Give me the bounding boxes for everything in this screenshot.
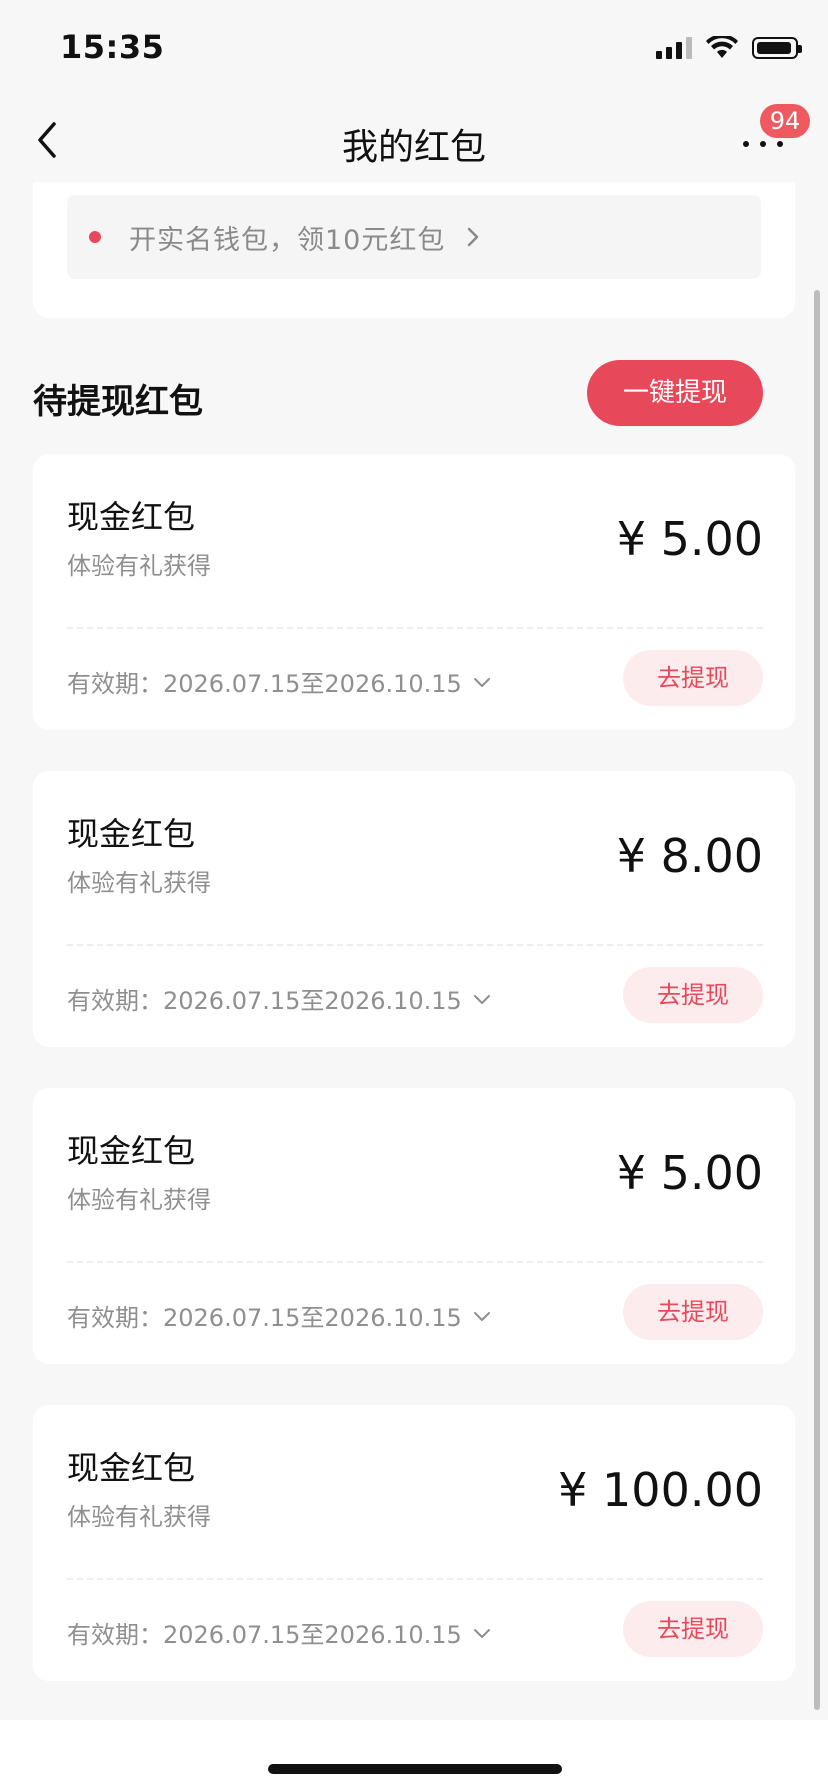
- page-title: 我的红包: [341, 127, 486, 168]
- packet-source: 体验有礼获得: [67, 869, 211, 897]
- packet-name: 现金红包: [67, 498, 196, 536]
- red-packet-card: 现金红包 体验有礼获得 ¥ 8.00 有效期：2026.07.15至2026.1…: [33, 771, 795, 1047]
- battery-icon: [752, 37, 802, 59]
- chevron-down-icon: [473, 677, 490, 687]
- validity-text: 有效期：2026.07.15至2026.10.15: [67, 1621, 462, 1649]
- section-title: 待提现红包: [33, 382, 203, 422]
- real-name-wallet-banner[interactable]: 开实名钱包，领10元红包: [67, 195, 761, 279]
- packet-amount: ¥ 5.00: [616, 512, 763, 566]
- validity-toggle[interactable]: 有效期：2026.07.15至2026.10.15: [67, 1298, 492, 1333]
- packet-amount: ¥ 8.00: [616, 829, 763, 883]
- validity-text: 有效期：2026.07.15至2026.10.15: [67, 670, 462, 698]
- red-packet-card: 现金红包 体验有礼获得 ¥ 5.00 有效期：2026.07.15至2026.1…: [33, 454, 795, 730]
- packet-source: 体验有礼获得: [67, 552, 211, 580]
- packet-amount: ¥ 100.00: [558, 1463, 763, 1517]
- section-header: 待提现红包 一键提现: [33, 360, 795, 430]
- packet-source: 体验有礼获得: [67, 1503, 211, 1531]
- validity-text: 有效期：2026.07.15至2026.10.15: [67, 1304, 462, 1332]
- withdraw-button[interactable]: 去提现: [623, 650, 763, 706]
- chevron-down-icon: [473, 994, 490, 1004]
- dashed-divider: [67, 627, 763, 629]
- withdraw-all-button[interactable]: 一键提现: [587, 360, 763, 426]
- validity-toggle[interactable]: 有效期：2026.07.15至2026.10.15: [67, 981, 492, 1016]
- withdraw-button[interactable]: 去提现: [623, 967, 763, 1023]
- status-time: 15:35: [60, 28, 165, 66]
- packet-amount: ¥ 5.00: [616, 1146, 763, 1200]
- dashed-divider: [67, 1261, 763, 1263]
- dashed-divider: [67, 944, 763, 946]
- packet-name: 现金红包: [67, 815, 196, 853]
- withdraw-button[interactable]: 去提现: [623, 1284, 763, 1340]
- validity-toggle[interactable]: 有效期：2026.07.15至2026.10.15: [67, 1615, 492, 1650]
- packet-source: 体验有礼获得: [67, 1186, 211, 1214]
- chevron-down-icon: [473, 1311, 490, 1321]
- red-packet-card: 现金红包 体验有礼获得 ¥ 100.00 有效期：2026.07.15至2026…: [33, 1405, 795, 1681]
- bottom-safe-area: [0, 1720, 828, 1792]
- packet-name: 现金红包: [67, 1132, 196, 1170]
- chevron-right-icon: [468, 227, 479, 247]
- status-bar: 15:35: [0, 0, 828, 100]
- status-icons: [656, 36, 802, 60]
- red-dot-icon: [89, 231, 101, 243]
- chevron-down-icon: [473, 1628, 490, 1638]
- packet-name: 现金红包: [67, 1449, 196, 1487]
- dashed-divider: [67, 1578, 763, 1580]
- validity-toggle[interactable]: 有效期：2026.07.15至2026.10.15: [67, 664, 492, 699]
- banner-card: 开实名钱包，领10元红包: [33, 182, 795, 318]
- banner-text: 开实名钱包，领10元红包: [129, 224, 446, 256]
- withdraw-button[interactable]: 去提现: [623, 1601, 763, 1657]
- validity-text: 有效期：2026.07.15至2026.10.15: [67, 987, 462, 1015]
- wifi-icon: [706, 36, 738, 58]
- notification-badge: 94: [760, 104, 810, 138]
- navigation-bar: 我的红包: [0, 100, 828, 182]
- red-packet-card: 现金红包 体验有礼获得 ¥ 5.00 有效期：2026.07.15至2026.1…: [33, 1088, 795, 1364]
- scrollbar[interactable]: [814, 290, 820, 1710]
- cellular-signal-icon: [656, 37, 692, 59]
- home-indicator[interactable]: [268, 1764, 562, 1774]
